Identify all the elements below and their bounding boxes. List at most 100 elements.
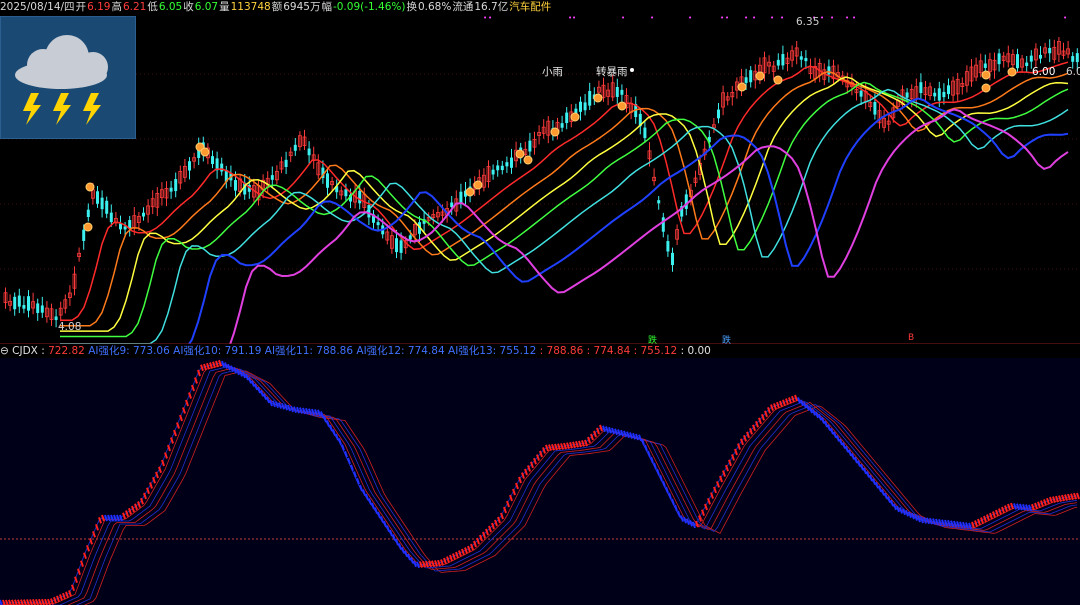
- indicator-bar: [83, 552, 87, 559]
- candlestick: [804, 50, 808, 69]
- indicator-bar: [128, 507, 132, 515]
- indicator-toggle-icon[interactable]: ⊖: [0, 345, 9, 357]
- candlestick: [1034, 43, 1038, 68]
- indicator-bar: [1004, 505, 1008, 512]
- sector-link[interactable]: 汽车配件: [509, 1, 551, 13]
- candlestick: [661, 212, 665, 238]
- indicator-bar: [185, 399, 189, 407]
- indicator-bar: [341, 444, 345, 451]
- candlestick: [215, 151, 219, 179]
- indicator-bar: [719, 475, 723, 483]
- indicator-chart[interactable]: [0, 358, 1080, 605]
- indicator-bar: [899, 507, 903, 514]
- indicator-bar: [86, 545, 90, 552]
- indicator-bar: [167, 444, 171, 452]
- indicator-bar: [155, 471, 159, 479]
- candlestick: [27, 290, 30, 318]
- main-price-chart[interactable]: • • • • • • • • • • • • • • • • • • •: [0, 14, 1080, 344]
- indicator-header: ⊖ CJDX : 722.82 AI强化9: 773.06 AI强化10: 79…: [0, 345, 711, 357]
- indicator-bar: [689, 520, 693, 527]
- candlestick: [882, 109, 886, 133]
- turnover-label: 换: [406, 1, 417, 13]
- top-marker: •: [650, 14, 654, 22]
- candlestick: [270, 166, 274, 188]
- candlestick: [307, 141, 311, 165]
- candlestick: [142, 207, 145, 221]
- candlestick: [100, 190, 104, 218]
- indicator-bar: [329, 424, 333, 432]
- indicator-value-9: 755.12: [640, 345, 678, 357]
- candlestick: [1020, 54, 1024, 73]
- candlestick: [86, 203, 90, 222]
- candlestick: [8, 294, 13, 312]
- indicator-bar: [458, 550, 462, 557]
- candlestick: [721, 85, 725, 116]
- indicator-bar: [728, 459, 732, 467]
- signal-dot: [1007, 67, 1017, 77]
- indicator-bar: [1043, 499, 1047, 506]
- indicator-bar: [620, 429, 624, 437]
- volume-label: 量: [219, 1, 230, 13]
- indicator-bar: [707, 497, 711, 505]
- candlestick: [13, 292, 17, 316]
- candlestick: [302, 129, 307, 151]
- indicator-value-2: 773.06: [133, 345, 170, 357]
- indicator-bar: [701, 509, 705, 517]
- indicator-bar: [545, 444, 549, 452]
- indicator-line: [0, 364, 1078, 605]
- indicator-bar: [395, 538, 399, 546]
- candlestick: [220, 157, 224, 176]
- indicator-bar: [1034, 502, 1038, 510]
- indicator-bar: [995, 509, 999, 517]
- signal-label-3: B: [908, 333, 915, 343]
- indicator-bar: [194, 377, 198, 384]
- candlestick: [284, 151, 288, 175]
- candlestick: [155, 187, 160, 217]
- candlestick: [36, 298, 40, 321]
- signal-dot: [523, 155, 533, 165]
- candlestick: [717, 102, 720, 124]
- candlestick: [40, 296, 44, 318]
- indicator-bar: [101, 514, 105, 522]
- candlestick: [293, 138, 297, 156]
- candlestick: [680, 202, 684, 222]
- indicator-bar: [977, 518, 981, 526]
- signal-dot: [981, 70, 991, 80]
- change-label: 幅: [321, 1, 332, 13]
- indicator-bar: [347, 457, 351, 465]
- indicator-bar: [635, 433, 639, 441]
- indicator-bar: [215, 360, 219, 368]
- indicator-bar: [686, 518, 690, 526]
- indicator-bar: [974, 520, 978, 527]
- indicator-bar: [815, 411, 819, 419]
- signal-dot: [617, 101, 627, 111]
- indicator-bar: [287, 404, 291, 412]
- indicator-bar: [47, 598, 51, 605]
- indicator-bar: [77, 568, 81, 575]
- indicator-bar: [725, 464, 729, 472]
- indicator-bar: [791, 395, 795, 403]
- candlestick: [997, 48, 1001, 72]
- indicator-bar: [1076, 492, 1080, 500]
- candlestick: [459, 183, 463, 209]
- indicator-bar: [794, 394, 798, 402]
- candlestick: [316, 154, 321, 179]
- candlestick: [63, 294, 68, 314]
- top-marker: •: [572, 14, 576, 22]
- indicator-bar: [452, 553, 456, 560]
- indicator-name[interactable]: CJDX: [12, 345, 38, 357]
- date-text: 2025/08/14/四: [0, 1, 75, 13]
- indicator-bar: [542, 447, 546, 454]
- signal-dot: [85, 182, 95, 192]
- indicator-bar: [992, 511, 996, 518]
- indicator-bar: [548, 444, 552, 451]
- indicator-bar: [659, 474, 663, 482]
- indicator-bar: [80, 560, 84, 567]
- indicator-bar: [617, 429, 621, 436]
- top-marker: •: [752, 14, 756, 22]
- candlestick: [808, 58, 813, 79]
- indicator-bar: [716, 481, 720, 488]
- indicator-bar: [134, 503, 138, 511]
- indicator-bar: [383, 520, 387, 528]
- candlestick: [749, 66, 753, 88]
